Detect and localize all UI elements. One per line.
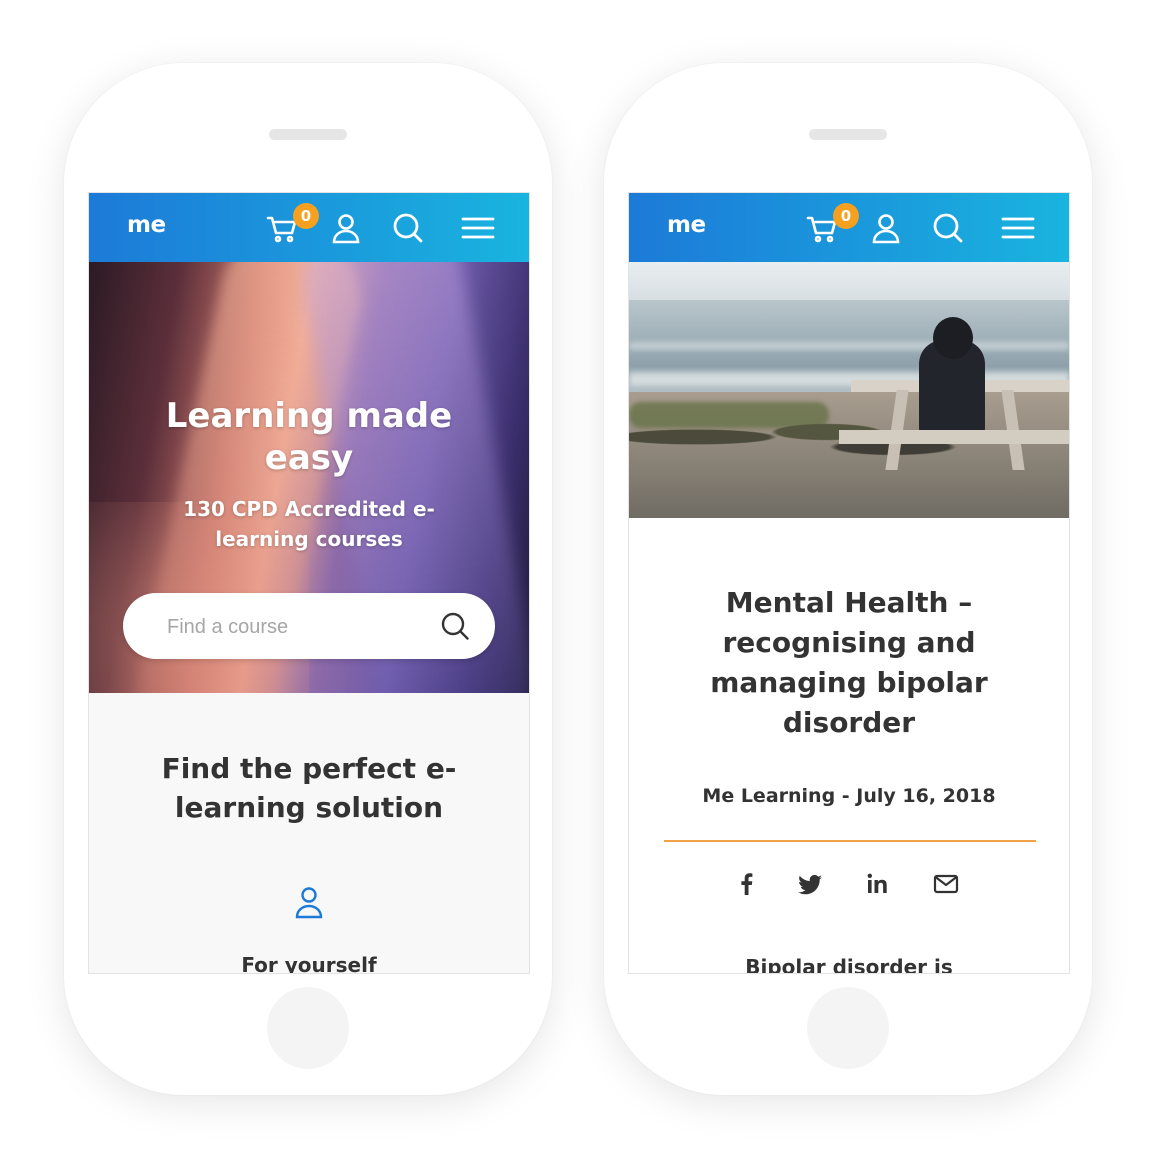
article-meta: Me Learning - July 16, 2018 [702,785,996,807]
user-icon[interactable] [869,211,903,245]
search-icon[interactable] [391,211,425,245]
cart-count-badge: 0 [833,203,859,229]
top-nav-bar: me 0 [629,193,1069,262]
top-nav-bar: me 0 [89,193,529,262]
twitter-icon[interactable] [795,869,825,899]
logo[interactable]: me [667,212,706,238]
menu-icon[interactable] [461,211,495,245]
phone-speaker [269,129,347,140]
hero-title: Learning made easy [165,396,453,478]
logo[interactable]: me [127,212,166,238]
hero-subtitle: 130 CPD Accredited e-learning courses [183,497,435,551]
phone-home-button [807,987,889,1069]
article-body-start: Bipolar disorder is [745,955,953,974]
phone-speaker [809,129,887,140]
linkedin-icon[interactable] [863,869,893,899]
divider [664,840,1036,842]
phone-home-button [267,987,349,1069]
section-title: Find the perfect e-learning solution [161,752,457,824]
search-icon[interactable] [439,610,471,642]
article-screen: me 0 Mental Health – recognising and man… [628,192,1070,974]
phone-home: me 0 Learning made easy 130 CPD Accredit… [64,63,552,1095]
hero-banner: Learning made easy 130 CPD Accredited e-… [89,262,529,693]
email-icon[interactable] [931,869,961,899]
audience-label[interactable]: For yourself [89,953,529,973]
course-search-input[interactable] [165,611,429,643]
phone-article: me 0 Mental Health – recognising and man… [604,63,1092,1095]
article-hero-image [629,262,1069,518]
user-icon[interactable] [329,211,363,245]
person-icon [292,885,326,919]
article-title: Mental Health – recognising and managing… [710,586,988,739]
course-search-box[interactable] [123,593,495,659]
home-screen: me 0 Learning made easy 130 CPD Accredit… [88,192,530,974]
facebook-icon[interactable] [732,869,762,899]
search-icon[interactable] [931,211,965,245]
menu-icon[interactable] [1001,211,1035,245]
cart-count-badge: 0 [293,203,319,229]
